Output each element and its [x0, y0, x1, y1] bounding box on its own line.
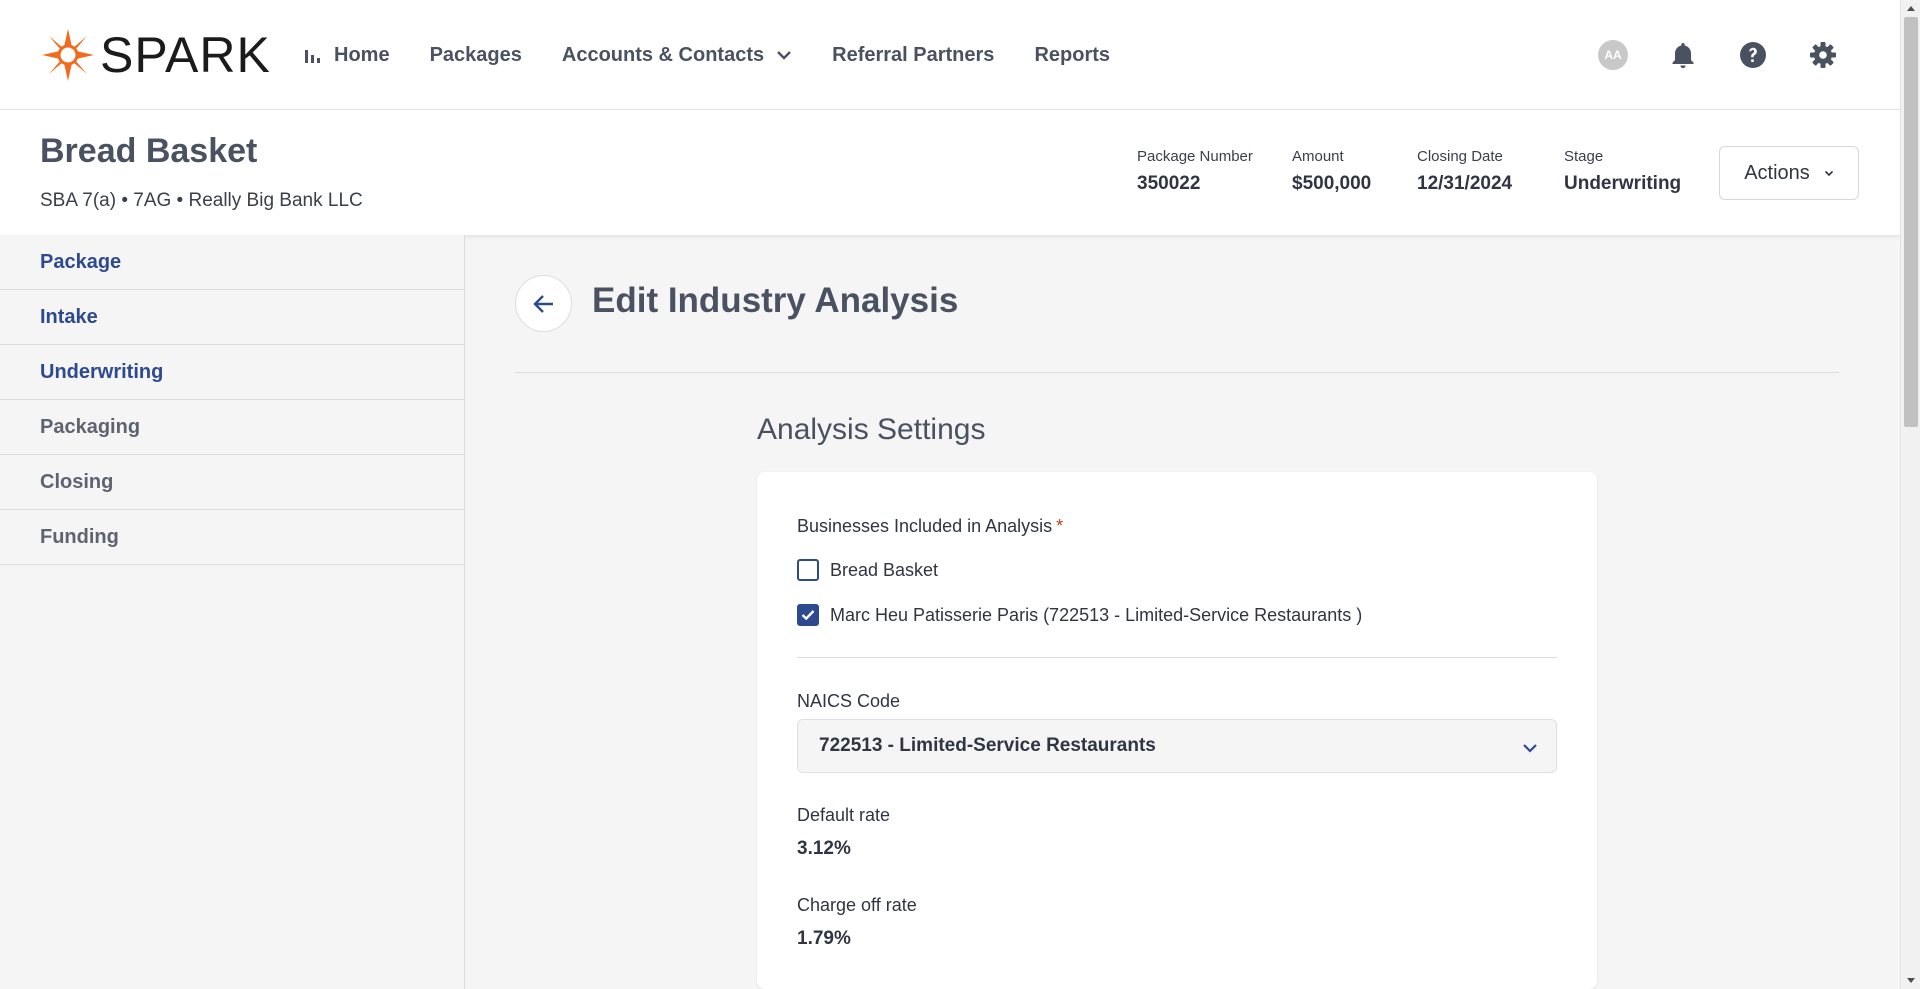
package-number-value: 350022: [1137, 173, 1201, 194]
package-number-label: Package Number: [1137, 148, 1253, 165]
nav-accounts-label: Accounts & Contacts: [561, 43, 765, 66]
analysis-settings-card: Businesses Included in Analysis * Bread B…: [757, 472, 1597, 989]
businesses-label-text: Businesses Included in Analysis: [797, 516, 1053, 536]
checkbox-label: Marc Heu Patisserie Paris (722513 - Limi…: [830, 604, 1363, 625]
stage-value: Underwriting: [1564, 173, 1682, 194]
default-rate-value: 3.12%: [797, 838, 851, 859]
main-nav: Home Packages Accounts & Contacts Referr…: [304, 0, 1150, 110]
help-icon: [1740, 42, 1766, 68]
chevron-down-icon: [1522, 737, 1538, 759]
closing-date-value: 12/31/2024: [1417, 173, 1513, 194]
section-title: Analysis Settings: [757, 413, 986, 446]
back-button[interactable]: [515, 275, 572, 332]
nav-referral-label: Referral Partners: [832, 43, 995, 66]
sidebar-item-closing[interactable]: Closing: [0, 455, 464, 510]
spark-logo-icon: [42, 29, 94, 81]
checkbox-label: Bread Basket: [830, 559, 939, 580]
naics-code-select[interactable]: 722513 - Limited-Service Restaurants: [797, 719, 1557, 773]
closing-date-meta: Closing Date 12/31/2024: [1417, 148, 1512, 195]
amount-label: Amount: [1292, 148, 1344, 165]
stage-label: Stage: [1564, 148, 1604, 165]
settings-button[interactable]: [1806, 38, 1840, 72]
nav-packages-label: Packages: [429, 43, 522, 66]
sidebar: Package Intake Underwriting Packaging Cl…: [0, 235, 465, 989]
sidebar-item-label: Intake: [40, 305, 98, 328]
card-divider: [797, 657, 1557, 658]
nav-accounts-contacts[interactable]: Accounts & Contacts: [562, 44, 792, 67]
sidebar-item-packaging[interactable]: Packaging: [0, 400, 464, 455]
sidebar-item-label: Underwriting: [40, 360, 164, 383]
spark-logo[interactable]: SPARK: [40, 27, 271, 83]
user-avatar-button[interactable]: AA: [1596, 38, 1630, 72]
package-name: Bread Basket: [40, 132, 258, 170]
actions-label: Actions: [1744, 161, 1810, 184]
charge-off-rate-label: Charge off rate: [797, 895, 917, 915]
nav-referral-partners[interactable]: Referral Partners: [832, 44, 994, 67]
charge-off-rate-value: 1.79%: [797, 928, 851, 949]
actions-button[interactable]: Actions: [1719, 146, 1859, 200]
stage-meta: Stage Underwriting: [1564, 148, 1681, 195]
scrollbar-thumb[interactable]: [1904, 17, 1918, 427]
sidebar-item-label: Funding: [40, 525, 119, 548]
package-number-meta: Package Number 350022: [1137, 148, 1253, 195]
title-divider: [515, 372, 1839, 373]
page-scrollbar[interactable]: [1900, 0, 1920, 989]
nav-reports[interactable]: Reports: [1034, 44, 1110, 67]
default-rate-label: Default rate: [797, 805, 891, 825]
nav-packages[interactable]: Packages: [430, 44, 522, 67]
brand-name: SPARK: [100, 27, 271, 83]
page-title: Edit Industry Analysis: [592, 281, 959, 320]
sidebar-item-funding[interactable]: Funding: [0, 510, 464, 565]
businesses-field-label: Businesses Included in Analysis *: [797, 516, 1063, 537]
business-checkbox-marc-heu[interactable]: Marc Heu Patisserie Paris (722513 - Limi…: [797, 604, 1362, 626]
scroll-down-arrow[interactable]: [1901, 972, 1920, 989]
required-marker: *: [1056, 516, 1064, 536]
gear-icon: [1810, 42, 1836, 68]
sidebar-item-label: Package: [40, 250, 122, 273]
amount-value: $500,000: [1292, 173, 1372, 194]
chevron-down-icon: [1824, 170, 1834, 177]
bell-icon: [1672, 43, 1694, 69]
amount-meta: Amount $500,000: [1292, 148, 1371, 195]
nav-utilities: AA: [1560, 38, 1840, 72]
avatar: AA: [1598, 40, 1628, 70]
sidebar-item-underwriting[interactable]: Underwriting: [0, 345, 464, 400]
naics-selected-value: 722513 - Limited-Service Restaurants: [819, 735, 1156, 756]
nav-home[interactable]: Home: [304, 44, 390, 67]
help-button[interactable]: [1736, 38, 1770, 72]
top-nav: SPARK Home Packages Accounts & Contacts …: [0, 0, 1900, 110]
check-icon: [801, 610, 815, 621]
chevron-down-icon: [776, 50, 792, 60]
naics-label: NAICS Code: [797, 691, 901, 711]
nav-reports-label: Reports: [1034, 43, 1111, 66]
checkbox-unchecked[interactable]: [797, 559, 819, 581]
package-subtitle: SBA 7(a) • 7AG • Really Big Bank LLC: [40, 190, 363, 211]
sidebar-item-intake[interactable]: Intake: [0, 290, 464, 345]
sidebar-item-label: Packaging: [40, 415, 141, 438]
bar-chart-icon: [304, 46, 322, 64]
closing-date-label: Closing Date: [1417, 148, 1503, 165]
checkbox-checked[interactable]: [797, 604, 819, 626]
sidebar-item-package[interactable]: Package: [0, 235, 464, 290]
business-checkbox-bread-basket[interactable]: Bread Basket: [797, 559, 938, 581]
package-header: Bread Basket SBA 7(a) • 7AG • Really Big…: [0, 110, 1900, 235]
arrow-left-icon: [532, 294, 553, 313]
sidebar-item-label: Closing: [40, 470, 114, 493]
notifications-button[interactable]: [1666, 38, 1700, 72]
nav-home-label: Home: [334, 43, 390, 66]
scroll-up-arrow[interactable]: [1901, 0, 1920, 17]
